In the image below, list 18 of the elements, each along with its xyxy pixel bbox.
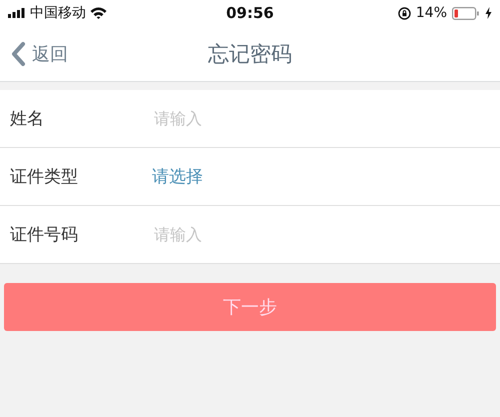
rotation-lock-icon <box>398 6 411 20</box>
input-field[interactable]: 请输入 <box>150 225 458 244</box>
select-field[interactable]: 请选择 <box>150 165 203 188</box>
field-label: 证件号码 <box>10 224 79 246</box>
field-label: 姓名 <box>10 108 45 130</box>
battery-percent: 14% <box>416 5 447 21</box>
carrier-name: 中国移动 <box>30 4 86 22</box>
input-field[interactable]: 请输入 <box>150 109 458 128</box>
field-label: 证件类型 <box>10 166 79 188</box>
battery-icon <box>452 6 480 20</box>
page-title: 忘记密码 <box>208 40 292 68</box>
charging-icon <box>485 7 492 19</box>
signal-icon <box>8 8 26 18</box>
back-button[interactable]: 返回 <box>10 26 68 81</box>
next-button[interactable]: 下一步 <box>4 283 496 331</box>
wifi-icon <box>90 7 107 19</box>
chevron-left-icon <box>10 40 26 66</box>
clock-time: 09:56 <box>226 4 274 22</box>
